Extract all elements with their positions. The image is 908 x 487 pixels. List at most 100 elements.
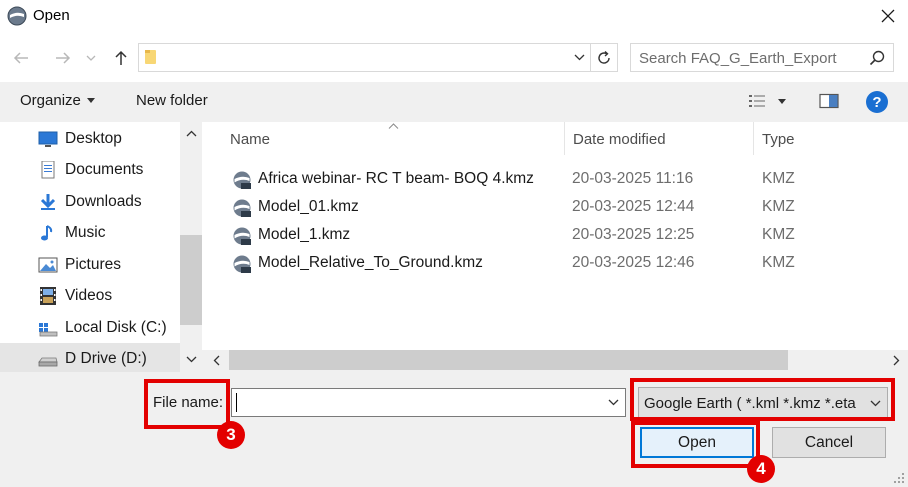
- google-earth-icon: [7, 6, 27, 26]
- pictures-icon: [38, 257, 58, 273]
- nav-item-pictures[interactable]: Pictures: [0, 249, 180, 280]
- chevron-down-icon: [86, 55, 96, 61]
- forward-button[interactable]: [50, 43, 76, 73]
- chevron-down-icon: [608, 399, 618, 406]
- nav-item-d-drive[interactable]: D Drive (D:): [0, 343, 180, 374]
- address-dropdown[interactable]: [568, 43, 590, 72]
- nav-item-music[interactable]: Music: [0, 217, 180, 248]
- organize-label: Organize: [20, 92, 81, 109]
- chevron-right-icon: [893, 355, 899, 365]
- column-divider[interactable]: [564, 122, 565, 155]
- nav-item-label: Local Disk (C:): [65, 319, 167, 336]
- resize-grip-icon[interactable]: [893, 472, 905, 484]
- file-type: KMZ: [762, 170, 795, 187]
- nav-scroll-down-button[interactable]: [180, 348, 202, 370]
- chevron-down-icon: [574, 54, 584, 61]
- nav-scroll-up-button[interactable]: [180, 122, 202, 144]
- column-header-type[interactable]: Type: [762, 131, 795, 148]
- desktop-icon: [38, 131, 58, 147]
- new-folder-button[interactable]: New folder: [136, 92, 208, 109]
- file-row[interactable]: Model_Relative_To_Ground.kmz 20-03-2025 …: [228, 250, 898, 276]
- arrow-right-icon: [56, 52, 71, 64]
- toolbar: Organize New folder ?: [0, 82, 908, 122]
- kmz-file-icon: [233, 227, 251, 245]
- annotation-box-file-name: [144, 379, 230, 429]
- navigation-pane: Desktop Documents Downloads Music Pictur…: [0, 122, 202, 374]
- nav-item-label: Documents: [65, 161, 144, 178]
- file-name: Africa webinar- RC T beam- BOQ 4.kmz: [258, 170, 534, 187]
- chevron-up-icon: [186, 130, 196, 136]
- organize-button[interactable]: Organize: [20, 92, 95, 109]
- nav-item-desktop[interactable]: Desktop: [0, 123, 180, 154]
- kmz-file-icon: [233, 255, 251, 273]
- view-details-icon: [749, 95, 765, 107]
- videos-icon: [40, 287, 56, 305]
- file-date: 20-03-2025 12:44: [572, 198, 695, 215]
- column-header-date-modified[interactable]: Date modified: [573, 131, 666, 148]
- back-button[interactable]: [8, 43, 34, 73]
- search-box[interactable]: [630, 43, 894, 72]
- nav-item-label: Desktop: [65, 130, 122, 147]
- file-name-dropdown[interactable]: [602, 389, 624, 416]
- file-name: Model_01.kmz: [258, 198, 359, 215]
- drive-icon: [38, 357, 58, 367]
- file-list: Name Date modified Type Africa webinar- …: [202, 122, 908, 350]
- file-date: 20-03-2025 12:46: [572, 254, 695, 271]
- refresh-icon: [598, 50, 610, 64]
- arrow-left-icon: [13, 52, 28, 64]
- nav-item-label: Music: [65, 224, 106, 241]
- file-date: 20-03-2025 12:25: [572, 226, 695, 243]
- horizontal-scrollbar-thumb[interactable]: [229, 350, 788, 370]
- search-icon: [869, 50, 885, 66]
- annotation-badge-3: 3: [217, 421, 245, 449]
- nav-scrollbar-thumb[interactable]: [180, 235, 202, 325]
- arrow-up-icon: [115, 50, 127, 65]
- preview-pane-button[interactable]: [819, 93, 839, 113]
- column-header-name[interactable]: Name: [230, 131, 270, 148]
- caret-down-icon: [86, 98, 95, 103]
- kmz-file-icon: [233, 199, 251, 217]
- window-title: Open: [33, 7, 70, 24]
- recent-locations-button[interactable]: [82, 43, 100, 73]
- file-row[interactable]: Africa webinar- RC T beam- BOQ 4.kmz 20-…: [228, 166, 898, 192]
- music-icon: [41, 225, 53, 241]
- help-button[interactable]: ?: [866, 91, 888, 113]
- refresh-button[interactable]: [591, 43, 618, 72]
- cancel-button[interactable]: Cancel: [772, 427, 886, 458]
- file-name: Model_Relative_To_Ground.kmz: [258, 254, 483, 271]
- preview-pane-icon: [819, 93, 839, 109]
- file-type: KMZ: [762, 254, 795, 271]
- address-bar[interactable]: [138, 43, 591, 72]
- nav-item-downloads[interactable]: Downloads: [0, 186, 180, 217]
- close-icon: [881, 9, 895, 23]
- annotation-box-open-button: [631, 421, 760, 468]
- file-date: 20-03-2025 11:16: [572, 170, 694, 187]
- nav-item-label: Downloads: [65, 193, 142, 210]
- nav-item-videos[interactable]: Videos: [0, 280, 180, 311]
- file-row[interactable]: Model_1.kmz 20-03-2025 12:25 KMZ: [228, 222, 898, 248]
- caret-down-icon: [778, 98, 786, 104]
- scroll-right-button[interactable]: [886, 350, 906, 370]
- folder-icon: [145, 50, 156, 64]
- downloads-icon: [40, 194, 56, 210]
- file-name-input[interactable]: [231, 388, 626, 417]
- nav-item-label: Videos: [65, 287, 113, 304]
- nav-item-local-disk[interactable]: Local Disk (C:): [0, 312, 180, 343]
- local-disk-icon: [39, 323, 58, 337]
- change-view-button[interactable]: [748, 93, 786, 109]
- annotation-box-file-type: [630, 378, 895, 421]
- nav-item-documents[interactable]: Documents: [0, 154, 180, 185]
- up-button[interactable]: [108, 43, 134, 73]
- file-type: KMZ: [762, 198, 795, 215]
- kmz-file-icon: [233, 171, 251, 189]
- nav-item-label: Pictures: [65, 256, 121, 273]
- nav-item-label: D Drive (D:): [65, 350, 147, 367]
- sort-ascending-icon: [388, 123, 399, 129]
- close-button[interactable]: [868, 0, 908, 32]
- search-input[interactable]: [639, 49, 859, 67]
- scroll-left-button[interactable]: [206, 350, 226, 370]
- column-divider[interactable]: [753, 122, 754, 155]
- file-row[interactable]: Model_01.kmz 20-03-2025 12:44 KMZ: [228, 194, 898, 220]
- chevron-left-icon: [213, 355, 219, 365]
- chevron-down-icon: [186, 356, 196, 362]
